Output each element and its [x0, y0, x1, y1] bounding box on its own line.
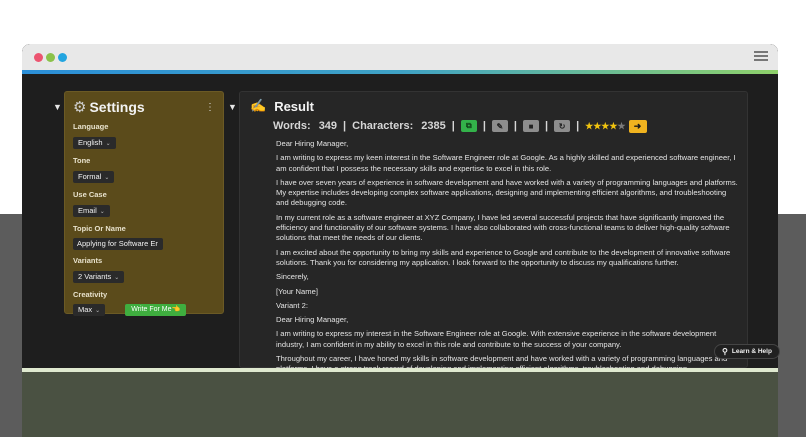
star-empty-icon[interactable]: ★	[617, 121, 625, 131]
regenerate-button[interactable]: ↻	[554, 120, 571, 132]
settings-header: ⚙ Settings ⋮	[73, 98, 215, 116]
stop-icon: ■	[528, 121, 534, 131]
use-case-value: Email	[78, 206, 97, 215]
creativity-row: Max ⌄ Write For Me👈	[73, 304, 215, 316]
language-label: Language	[73, 122, 109, 131]
chevron-down-icon: ⌄	[114, 275, 120, 281]
title-bar	[22, 44, 778, 70]
stop-button[interactable]: ■	[522, 120, 539, 132]
settings-title: Settings	[89, 99, 145, 115]
pin-icon: ⚲	[722, 347, 728, 356]
kebab-menu-icon[interactable]: ⋮	[205, 102, 215, 113]
copy-icon: ⧉	[465, 121, 472, 130]
hamburger-icon[interactable]	[754, 51, 768, 63]
divider: |	[544, 120, 549, 132]
maximize-dot[interactable]	[58, 53, 67, 62]
tone-select[interactable]: Formal ⌄	[73, 171, 115, 183]
tone-label: Tone	[73, 156, 91, 165]
result-paragraph: I have over seven years of experience in…	[276, 177, 738, 208]
settings-panel: ⚙ Settings ⋮ Language English ⌄ Tone Form…	[64, 91, 224, 316]
language-select[interactable]: English ⌄	[73, 137, 116, 149]
result-text: Dear Hiring Manager, I am writing to exp…	[276, 139, 738, 368]
result-paragraph: In my current role as a software enginee…	[276, 212, 730, 243]
result-panel: ✍️ Result Words: 349 | Characters: 2385 …	[239, 91, 748, 368]
creativity-value: Max	[78, 305, 93, 314]
write-for-me-button[interactable]: Write For Me👈	[125, 304, 187, 316]
chevron-down-icon: ⌄	[104, 175, 110, 181]
result-paragraph: Dear Hiring Manager,	[276, 315, 349, 325]
result-paragraph: Variant 2:	[276, 300, 308, 310]
chevron-down-icon: ⌄	[99, 209, 105, 215]
writing-hand-icon: ✍️	[250, 98, 267, 113]
refresh-icon: ↻	[558, 121, 566, 131]
result-paragraph: [Your Name]	[276, 286, 318, 296]
result-paragraph: I am writing to express my interest in t…	[276, 329, 717, 349]
chevron-down-icon: ⌄	[105, 141, 111, 147]
variants-label: Variants	[73, 256, 103, 265]
tone-value: Formal	[78, 172, 102, 181]
characters-label: Characters:	[352, 120, 414, 132]
result-title: Result	[274, 98, 314, 114]
characters-count: 2385	[421, 120, 446, 132]
collapse-result-icon[interactable]: ▼	[228, 102, 237, 112]
creativity-select[interactable]: Max ⌄	[73, 304, 106, 316]
copy-button[interactable]: ⧉	[460, 120, 477, 132]
learn-help-label: Learn & Help	[731, 348, 772, 355]
divider: |	[343, 120, 347, 132]
accent-bar	[22, 70, 778, 74]
arrow-right-icon: ➜	[633, 120, 642, 131]
variants-value: 2 Variants	[78, 272, 112, 281]
result-paragraph: I am writing to express my keen interest…	[276, 153, 736, 173]
minimize-dot[interactable]	[46, 53, 55, 62]
gear-icon: ⚙	[73, 99, 87, 116]
use-case-label: Use Case	[73, 190, 107, 199]
result-header: ✍️ Result	[250, 98, 314, 114]
edit-button[interactable]: ✎	[491, 120, 508, 132]
topic-label: Topic Or Name	[73, 224, 126, 233]
rating-stars[interactable]: ★★★★★	[585, 121, 625, 132]
divider: |	[513, 120, 517, 132]
result-paragraph: Throughout my career, I have honed my sk…	[276, 354, 727, 368]
chevron-down-icon: ⌄	[95, 308, 101, 314]
next-button[interactable]: ➜	[628, 119, 647, 133]
result-paragraph: Dear Hiring Manager,	[276, 139, 349, 148]
topic-input[interactable]: Applying for Software Er	[73, 238, 163, 250]
words-count: 349	[318, 120, 338, 132]
variants-select[interactable]: 2 Variants ⌄	[73, 271, 125, 283]
words-label: Words:	[273, 120, 311, 132]
divider: |	[451, 120, 455, 132]
collapse-settings-icon[interactable]: ▼	[53, 102, 62, 112]
close-dot[interactable]	[34, 53, 43, 62]
language-value: English	[78, 138, 103, 147]
learn-help-button[interactable]: ⚲ Learn & Help	[714, 344, 780, 359]
divider: |	[576, 120, 580, 132]
pencil-icon: ✎	[496, 121, 504, 131]
result-paragraph: I am excited about the opportunity to br…	[276, 247, 731, 267]
divider: |	[482, 120, 486, 132]
result-stats: Words: 349 | Characters: 2385 | ⧉ | ✎ | …	[273, 118, 647, 134]
app-window: ▼ ⚙ Settings ⋮ Language English ⌄ Tone Fo…	[22, 44, 778, 368]
star-icon[interactable]: ★	[585, 121, 593, 131]
creativity-label: Creativity	[73, 290, 108, 299]
use-case-select[interactable]: Email ⌄	[73, 205, 110, 217]
result-paragraph: Sincerely,	[276, 272, 309, 282]
background-footer	[22, 372, 778, 437]
